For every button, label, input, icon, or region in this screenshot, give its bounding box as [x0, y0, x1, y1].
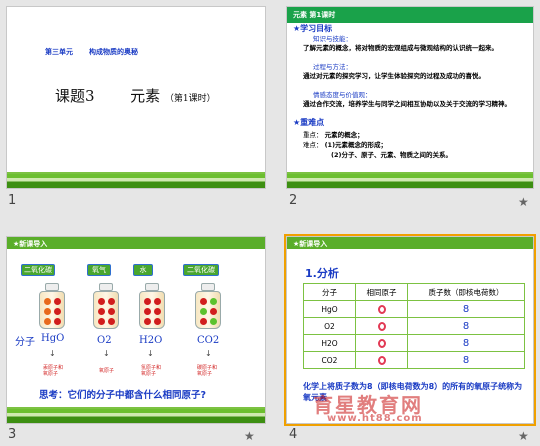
table-row: O2 8 — [303, 317, 525, 335]
lesson-subtitle: （第1课时） — [164, 94, 216, 104]
emotion-label: 情感态度与价值观： — [313, 91, 372, 99]
process-label: 过程与方法： — [313, 63, 352, 71]
table-row: CO2 8 — [303, 351, 525, 369]
slide-number-3: 3 — [8, 427, 17, 442]
question-text: 思考：它们的分子中都含什么相同原子? — [39, 390, 207, 401]
table-row: H2O 8 — [303, 334, 525, 352]
label-tag: 水 — [133, 264, 153, 276]
atom-note: 碳原子和 氧原子 — [197, 365, 218, 377]
objectives-heading: ★学习目标 — [293, 24, 333, 33]
slide-number-2: 2 — [289, 193, 298, 208]
atom-note: 氧原子 — [99, 368, 115, 374]
footer-band — [7, 409, 265, 423]
analysis-table: 分子 相同原子 质子数（即核电荷数） HgO 8 O2 8 H2O 8 CO2 … — [303, 283, 525, 369]
star-icon[interactable]: ★ — [518, 195, 529, 209]
atom-note: 汞原子和 氧原子 — [43, 365, 64, 377]
molecule-jar — [195, 291, 221, 329]
lesson-title: 元素 — [130, 87, 161, 105]
oxygen-atom-icon — [377, 304, 386, 314]
knowledge-label: 知识与技能： — [313, 35, 352, 43]
watermark-url: www.ht88.com — [327, 413, 423, 424]
oxygen-atom-icon — [377, 338, 386, 348]
difficult-point-2: (2)分子、原子、元素、物质之间的关系。 — [331, 151, 452, 159]
table-row: HgO 8 — [303, 300, 525, 318]
arrow-down-icon: ↓ — [103, 349, 110, 358]
jar-lid — [99, 283, 113, 291]
column-header: 质子数（即核电荷数） — [407, 283, 525, 301]
slide-thumbnail-3[interactable]: ★新课导入 二氧化碳 氧气 水 二氧化碳 分子 HgO O2 H2O CO2 ↓… — [6, 236, 266, 424]
keypoints-heading: ★重难点 — [293, 118, 325, 127]
emotion-text: 通过合作交流，培养学生与同学之间相互协助以及关于交流的学习精神。 — [303, 100, 511, 108]
label-tag: 二氧化碳 — [183, 264, 219, 276]
footer-band — [287, 174, 533, 188]
process-text: 通过对元素的探究学习，让学生体验探究的过程及成功的喜悦。 — [303, 72, 485, 80]
slide-header: 元素 第1课时 — [287, 7, 533, 23]
unit-label: 第三单元 — [45, 48, 73, 56]
column-header: 相同原子 — [355, 283, 408, 301]
label-tag: 二氧化碳 — [21, 264, 55, 276]
slide-header: ★新课导入 — [13, 240, 48, 248]
slide-title: 课题3 元素 （第1课时） — [55, 85, 216, 106]
formula-hgo: HgO — [41, 333, 65, 344]
molecule-label: 分子 — [15, 337, 35, 348]
formula-h2o: H2O — [139, 335, 163, 346]
oxygen-atom-icon — [377, 355, 386, 365]
unit-topic: 构成物质的奥秘 — [89, 48, 138, 56]
atom-note: 氢原子和 氧原子 — [141, 365, 162, 377]
arrow-down-icon: ↓ — [49, 349, 56, 358]
footer-band — [7, 174, 265, 188]
key-point: 重点： 元素的概念； — [303, 131, 364, 139]
star-icon[interactable]: ★ — [244, 429, 255, 443]
slide-number-1: 1 — [8, 193, 17, 208]
slide-thumbnail-1[interactable]: 第三单元 构成物质的奥秘 课题3 元素 （第1课时） — [6, 6, 266, 189]
oxygen-atom-icon — [377, 321, 386, 331]
label-tag: 氧气 — [87, 264, 111, 276]
arrow-down-icon: ↓ — [147, 349, 154, 358]
difficult-point: 难点： (1)元素概念的形成； — [303, 141, 388, 149]
formula-o2: O2 — [97, 335, 112, 346]
jar-lid — [45, 283, 59, 291]
column-header: 分子 — [303, 283, 356, 301]
slide-thumbnail-4[interactable]: ★新课导入 1.分析 分子 相同原子 质子数（即核电荷数） HgO 8 O2 8… — [284, 234, 536, 426]
slide-number-4: 4 — [289, 427, 298, 442]
knowledge-text: 了解元素的概念，将对物质的宏观组成与微观结构的认识统一起来。 — [303, 44, 498, 52]
slide-thumbnail-2[interactable]: 元素 第1课时 ★学习目标 知识与技能： 了解元素的概念，将对物质的宏观组成与微… — [286, 6, 534, 189]
jar-lid — [145, 283, 159, 291]
molecule-jar — [39, 291, 65, 329]
formula-co2: CO2 — [197, 335, 220, 346]
molecule-jar — [93, 291, 119, 329]
section-heading: 1.分析 — [305, 267, 339, 280]
jar-lid — [201, 283, 215, 291]
arrow-down-icon: ↓ — [205, 349, 212, 358]
molecule-jar — [139, 291, 165, 329]
slide-header: ★新课导入 — [293, 240, 328, 248]
lesson-number: 课题3 — [55, 87, 95, 105]
star-icon[interactable]: ★ — [518, 429, 529, 443]
